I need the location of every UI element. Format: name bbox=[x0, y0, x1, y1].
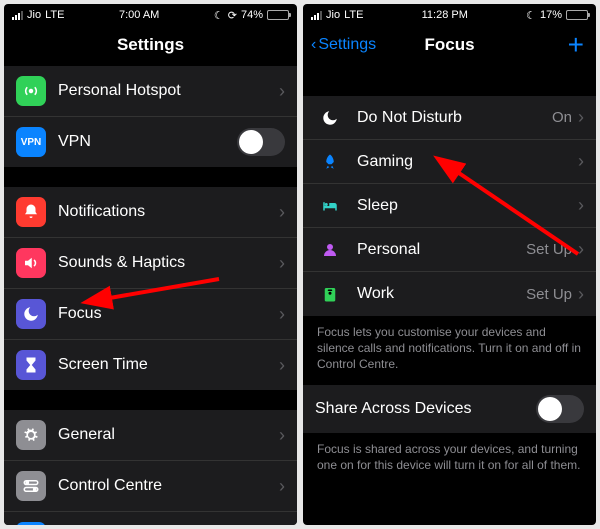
row-label: Sleep bbox=[357, 197, 578, 215]
switches-icon bbox=[16, 471, 46, 501]
row-label: Gaming bbox=[357, 153, 578, 171]
chevron-right-icon: › bbox=[279, 202, 285, 223]
vpn-toggle[interactable] bbox=[237, 128, 285, 156]
chevron-right-icon: › bbox=[279, 253, 285, 274]
row-label: Focus bbox=[58, 305, 279, 323]
footer-text: Focus is shared across your devices, and… bbox=[303, 433, 596, 485]
row-label: Control Centre bbox=[58, 477, 279, 495]
status-bar: Jio LTE 11:28 PM ☾ 17% bbox=[303, 4, 596, 24]
dnd-moon-icon: ☾ bbox=[526, 9, 536, 22]
battery-pct: 74% bbox=[241, 9, 263, 21]
row-label: Personal Hotspot bbox=[58, 82, 279, 100]
chevron-right-icon: › bbox=[578, 239, 584, 260]
row-detail: Set Up bbox=[526, 286, 572, 303]
clock: 11:28 PM bbox=[422, 9, 468, 21]
settings-row-general[interactable]: General› bbox=[4, 410, 297, 461]
focus-row-sleep[interactable]: Sleep› bbox=[303, 184, 596, 228]
bell-icon bbox=[16, 197, 46, 227]
aa-icon: AA bbox=[16, 522, 46, 525]
badge-icon bbox=[315, 285, 345, 303]
add-button[interactable]: + bbox=[568, 31, 584, 59]
chevron-right-icon: › bbox=[578, 151, 584, 172]
carrier: Jio bbox=[27, 9, 41, 21]
focus-row-gaming[interactable]: Gaming› bbox=[303, 140, 596, 184]
battery-icon bbox=[267, 10, 289, 20]
settings-row-control-centre[interactable]: Control Centre› bbox=[4, 461, 297, 512]
network: LTE bbox=[45, 9, 64, 21]
bed-icon bbox=[315, 197, 345, 215]
chevron-right-icon: › bbox=[279, 355, 285, 376]
row-label: VPN bbox=[58, 133, 237, 151]
settings-row-vpn[interactable]: VPN VPN bbox=[4, 117, 297, 167]
row-label: General bbox=[58, 426, 279, 444]
row-label: Sounds & Haptics bbox=[58, 254, 279, 272]
page-title: Settings bbox=[117, 35, 184, 55]
network: LTE bbox=[344, 9, 363, 21]
nav-bar: ‹ Settings Focus + bbox=[303, 24, 596, 66]
chevron-right-icon: › bbox=[578, 284, 584, 305]
battery-pct: 17% bbox=[540, 9, 562, 21]
row-label: Notifications bbox=[58, 203, 279, 221]
moon-icon bbox=[315, 109, 345, 127]
focus-row-do-not-disturb[interactable]: Do Not DisturbOn › bbox=[303, 96, 596, 140]
gear-icon bbox=[16, 420, 46, 450]
row-label: Work bbox=[357, 285, 526, 303]
settings-row-sounds-haptics[interactable]: Sounds & Haptics› bbox=[4, 238, 297, 289]
chevron-left-icon: ‹ bbox=[311, 36, 316, 54]
status-bar: Jio LTE 7:00 AM ☾ ⟳ 74% bbox=[4, 4, 297, 24]
vpn-icon: VPN bbox=[16, 127, 46, 157]
chevron-right-icon: › bbox=[578, 195, 584, 216]
settings-row-notifications[interactable]: Notifications› bbox=[4, 187, 297, 238]
focus-row-personal[interactable]: PersonalSet Up › bbox=[303, 228, 596, 272]
nav-bar: Settings bbox=[4, 24, 297, 66]
row-detail: On bbox=[552, 109, 572, 126]
focus-screen: Jio LTE 11:28 PM ☾ 17% ‹ Settings Focus … bbox=[303, 4, 596, 525]
settings-row-display-brightness[interactable]: AADisplay & Brightness› bbox=[4, 512, 297, 525]
chevron-right-icon: › bbox=[279, 476, 285, 497]
row-label: Personal bbox=[357, 241, 526, 259]
person-icon bbox=[315, 241, 345, 259]
row-label: Do Not Disturb bbox=[357, 109, 552, 127]
share-label: Share Across Devices bbox=[315, 400, 536, 418]
signal-icon bbox=[311, 11, 322, 20]
carrier: Jio bbox=[326, 9, 340, 21]
chevron-right-icon: › bbox=[279, 304, 285, 325]
rotation-lock-icon: ⟳ bbox=[228, 9, 237, 22]
settings-screen: Jio LTE 7:00 AM ☾ ⟳ 74% Settings Persona… bbox=[4, 4, 297, 525]
hourglass-icon bbox=[16, 350, 46, 380]
page-title: Focus bbox=[424, 35, 474, 55]
chevron-right-icon: › bbox=[578, 107, 584, 128]
back-button[interactable]: ‹ Settings bbox=[311, 36, 376, 54]
settings-row-personal-hotspot[interactable]: Personal Hotspot› bbox=[4, 66, 297, 117]
chevron-right-icon: › bbox=[279, 81, 285, 102]
row-label: Screen Time bbox=[58, 356, 279, 374]
chevron-right-icon: › bbox=[279, 425, 285, 446]
back-label: Settings bbox=[318, 36, 376, 54]
focus-row-work[interactable]: WorkSet Up › bbox=[303, 272, 596, 316]
sound-icon bbox=[16, 248, 46, 278]
settings-row-screen-time[interactable]: Screen Time› bbox=[4, 340, 297, 390]
hotspot-icon bbox=[16, 76, 46, 106]
share-toggle[interactable] bbox=[536, 395, 584, 423]
moon-icon bbox=[16, 299, 46, 329]
settings-row-focus[interactable]: Focus› bbox=[4, 289, 297, 340]
signal-icon bbox=[12, 11, 23, 20]
battery-icon bbox=[566, 10, 588, 20]
row-detail: Set Up bbox=[526, 241, 572, 258]
footer-text: Focus lets you customise your devices an… bbox=[303, 316, 596, 385]
dnd-moon-icon: ☾ bbox=[214, 9, 224, 22]
share-across-devices-row[interactable]: Share Across Devices bbox=[303, 385, 596, 433]
clock: 7:00 AM bbox=[119, 9, 159, 21]
rocket-icon bbox=[315, 153, 345, 171]
